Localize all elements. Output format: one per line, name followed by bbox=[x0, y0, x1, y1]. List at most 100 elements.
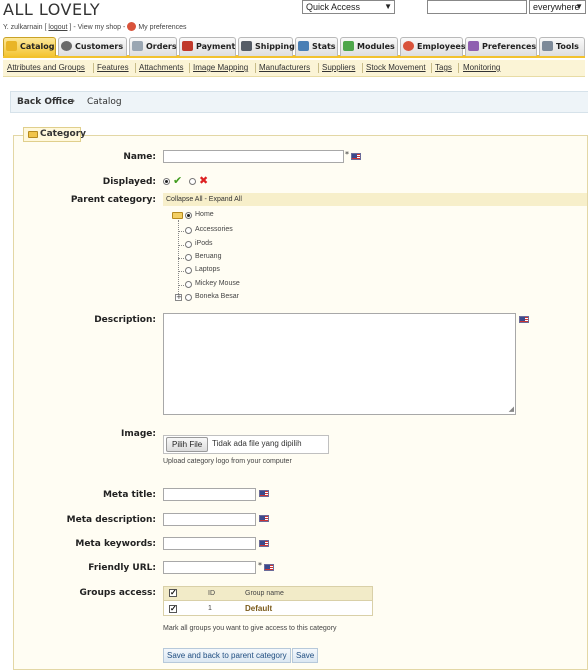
tab-preferences[interactable]: Preferences bbox=[465, 37, 537, 56]
tab-label: Customers bbox=[75, 42, 124, 51]
group-id: 1 bbox=[208, 605, 212, 612]
language-flag-icon[interactable] bbox=[259, 540, 269, 547]
meta-description-input[interactable] bbox=[163, 513, 256, 526]
tree-radio[interactable] bbox=[185, 254, 192, 261]
tree-controls[interactable]: Collapse All - Expand All bbox=[163, 193, 587, 206]
required-mark: * bbox=[258, 561, 262, 570]
shipping-icon bbox=[241, 41, 252, 51]
tab-employees[interactable]: Employees bbox=[400, 37, 466, 56]
search-input[interactable] bbox=[427, 0, 527, 14]
subnav-stock-movement[interactable]: Stock Movement bbox=[366, 63, 426, 72]
tree-radio[interactable] bbox=[185, 241, 192, 248]
divider bbox=[255, 63, 256, 73]
tree-radio[interactable] bbox=[185, 281, 192, 288]
tools-icon bbox=[542, 41, 553, 51]
description-textarea[interactable]: ◢ bbox=[163, 313, 516, 415]
subnav-features[interactable]: Features bbox=[97, 63, 129, 72]
displayed-yes-radio[interactable] bbox=[163, 178, 170, 185]
meta-title-label: Meta title: bbox=[102, 490, 156, 500]
tree-node-home: Home bbox=[195, 211, 214, 218]
modules-icon bbox=[343, 41, 354, 51]
tree-radio[interactable] bbox=[185, 267, 192, 274]
tab-catalog[interactable]: Catalog bbox=[3, 37, 56, 56]
tree-node: iPods bbox=[195, 240, 213, 247]
resize-grip-icon[interactable]: ◢ bbox=[509, 405, 514, 413]
quick-access-value: Quick Access bbox=[306, 2, 361, 12]
chevron-down-icon: ▼ bbox=[384, 2, 392, 11]
meta-title-input[interactable] bbox=[163, 488, 256, 501]
save-button[interactable]: Save bbox=[292, 648, 319, 663]
tab-modules[interactable]: Modules bbox=[340, 37, 398, 56]
groups-table-header: ✓ ID Group name bbox=[164, 587, 372, 601]
tree-radio-home[interactable] bbox=[185, 212, 192, 219]
preferences-user-icon bbox=[127, 22, 137, 31]
tree-connector bbox=[178, 271, 184, 272]
divider bbox=[318, 63, 319, 73]
language-flag-icon[interactable] bbox=[259, 490, 269, 497]
subnav-attachments[interactable]: Attachments bbox=[139, 63, 183, 72]
expand-plus-icon[interactable]: + bbox=[175, 294, 182, 301]
tab-orders[interactable]: Orders bbox=[129, 37, 177, 56]
language-flag-icon[interactable] bbox=[519, 316, 529, 323]
tree-radio[interactable] bbox=[185, 227, 192, 234]
language-flag-icon[interactable] bbox=[259, 515, 269, 522]
tab-label: Modules bbox=[357, 42, 395, 51]
breadcrumb: Back Office › Catalog bbox=[10, 91, 588, 113]
catalog-subnav: Attributes and Groups Features Attachmen… bbox=[3, 60, 585, 77]
file-status: Tidak ada file yang dipilih bbox=[212, 439, 302, 448]
main-tabs: Catalog Customers Orders Payment Shippin… bbox=[3, 37, 585, 58]
tree-node: Laptops bbox=[195, 266, 220, 273]
tab-shipping[interactable]: Shipping bbox=[238, 37, 295, 56]
select-all-checkbox[interactable]: ✓ bbox=[169, 589, 177, 597]
subnav-suppliers[interactable]: Suppliers bbox=[322, 63, 355, 72]
tree-connector bbox=[178, 285, 184, 286]
logout-link[interactable]: logout bbox=[48, 24, 67, 31]
chevron-down-icon: ▼ bbox=[575, 2, 583, 11]
subnav-tags[interactable]: Tags bbox=[435, 63, 452, 72]
breadcrumb-current: Catalog bbox=[87, 97, 122, 107]
tree-connector bbox=[178, 245, 184, 246]
tab-label: Catalog bbox=[20, 42, 55, 51]
folder-open-icon bbox=[172, 212, 183, 219]
breadcrumb-root[interactable]: Back Office bbox=[17, 92, 74, 112]
tab-label: Employees bbox=[417, 42, 466, 51]
meta-description-label: Meta description: bbox=[66, 515, 156, 525]
disabled-cross-icon: ✖ bbox=[199, 174, 209, 187]
group-name: Default bbox=[245, 604, 273, 613]
language-flag-icon[interactable] bbox=[351, 153, 361, 160]
tab-label: Stats bbox=[312, 42, 336, 51]
column-id: ID bbox=[208, 590, 215, 597]
groups-table: ✓ ID Group name ✓ 1 Default bbox=[163, 586, 373, 616]
my-preferences-link[interactable]: My preferences bbox=[138, 24, 186, 31]
quick-access-select[interactable]: Quick Access ▼ bbox=[302, 0, 395, 14]
save-and-back-button[interactable]: Save and back to parent category bbox=[163, 648, 291, 663]
displayed-no-radio[interactable] bbox=[189, 178, 196, 185]
friendly-url-input[interactable] bbox=[163, 561, 256, 574]
name-label: Name: bbox=[123, 152, 156, 162]
name-input[interactable] bbox=[163, 150, 344, 163]
group-checkbox[interactable]: ✓ bbox=[169, 605, 177, 613]
image-file-input[interactable]: Pilih File Tidak ada file yang dipilih bbox=[163, 435, 329, 454]
folder-icon bbox=[28, 131, 38, 138]
displayed-label: Displayed: bbox=[102, 177, 156, 187]
divider bbox=[93, 63, 94, 73]
tab-stats[interactable]: Stats bbox=[295, 37, 338, 56]
search-scope-select[interactable]: everywhere ▼ bbox=[529, 0, 586, 14]
tree-node: Mickey Mouse bbox=[195, 280, 240, 287]
choose-file-button[interactable]: Pilih File bbox=[166, 437, 209, 452]
table-row: ✓ 1 Default bbox=[164, 602, 372, 616]
tab-tools[interactable]: Tools bbox=[539, 37, 585, 56]
tree-radio[interactable] bbox=[185, 294, 192, 301]
tab-payment[interactable]: Payment bbox=[179, 37, 236, 56]
language-flag-icon[interactable] bbox=[264, 564, 274, 571]
tab-customers[interactable]: Customers bbox=[58, 37, 127, 56]
parent-category-label: Parent category: bbox=[70, 195, 156, 205]
required-mark: * bbox=[345, 150, 349, 159]
subnav-image-mapping[interactable]: Image Mapping bbox=[193, 63, 248, 72]
subnav-monitoring[interactable]: Monitoring bbox=[463, 63, 500, 72]
subnav-manufacturers[interactable]: Manufacturers bbox=[259, 63, 310, 72]
subnav-attributes-and-groups[interactable]: Attributes and Groups bbox=[7, 63, 85, 72]
meta-keywords-input[interactable] bbox=[163, 537, 256, 550]
view-shop-link[interactable]: View my shop bbox=[78, 24, 121, 31]
tree-node: Accessories bbox=[195, 226, 233, 233]
